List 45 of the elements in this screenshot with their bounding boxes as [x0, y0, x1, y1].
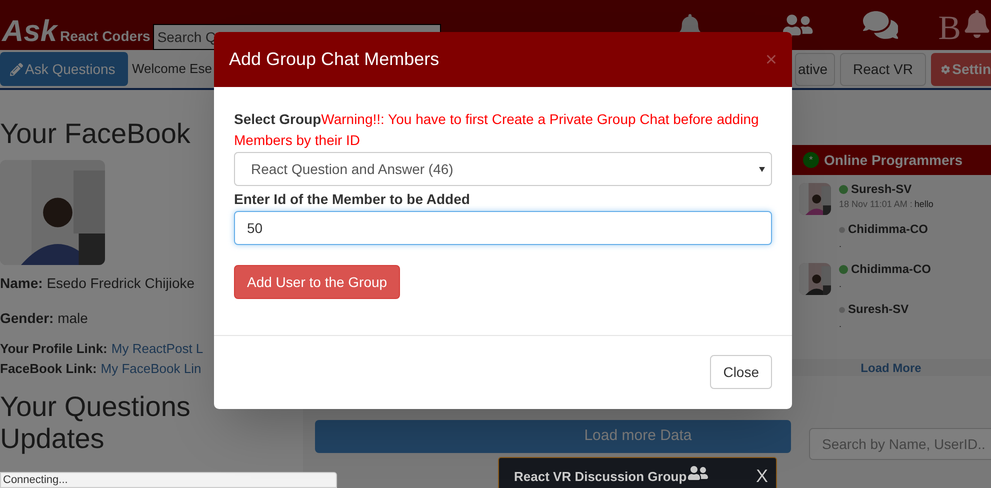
online-badge: * [803, 152, 819, 168]
link-label: Your Profile Link: [0, 340, 108, 358]
warning-text: Select GroupWarning!!: You have to first Create a Private Group Chat before adding Members by their ID [234, 110, 760, 150]
alt-letter: B [938, 12, 961, 46]
add-user-button[interactable]: Add User to the Group [234, 265, 400, 299]
profile-link[interactable]: My ReactPost L [111, 339, 204, 359]
chat-popup[interactable]: React VR Discussion Group X [498, 457, 777, 488]
dropdown-arrow-icon [759, 166, 765, 172]
user-name[interactable]: Suresh-SV [851, 183, 912, 196]
section-title: Your FaceBook [0, 120, 190, 148]
group-select[interactable]: React Question and Answer (46) [234, 152, 772, 186]
profile-field: Gender: male [0, 308, 88, 329]
logo: Ask [2, 17, 58, 47]
nav-button[interactable]: React VR [840, 52, 926, 86]
section-title: Your Questions Updates [0, 391, 192, 455]
nav-button[interactable]: ative [795, 52, 835, 86]
load-more-link[interactable]: Load More [791, 359, 991, 376]
ask-questions-button[interactable]: Ask Questions [0, 52, 128, 86]
nav-button[interactable]: Settin [931, 52, 991, 86]
user-name[interactable]: Suresh-SV [848, 303, 909, 316]
group-icon [688, 463, 708, 483]
message-text: . [839, 278, 842, 291]
message-time: 18 Nov 11:01 AM : [839, 198, 912, 211]
message-text: . [839, 238, 842, 251]
profile-link[interactable]: My FaceBook Lin [100, 359, 202, 379]
chat-close-button[interactable]: X [756, 467, 768, 485]
field-label: Enter Id of the Member to be Added [234, 190, 471, 209]
pencil-icon [10, 62, 23, 76]
welcome-text: Welcome Ese [132, 60, 212, 78]
load-more-button[interactable]: Load more Data [315, 420, 791, 453]
user-search-field[interactable]: Search by Name, UserID.. [809, 428, 991, 460]
profile-field: Name: Esedo Fredrick Chijioke [0, 273, 195, 294]
close-dialog-button[interactable]: Close [710, 355, 772, 389]
member-id-field[interactable]: 50 [234, 211, 772, 245]
user-name[interactable]: Chidimma-CO [848, 223, 928, 236]
modal-title: Add Group Chat Members [229, 48, 440, 71]
link-label: FaceBook Link: [0, 360, 97, 378]
notification-icon[interactable] [962, 10, 991, 38]
message-text: . [839, 318, 842, 331]
panel-title: Online Programmers [824, 150, 962, 170]
status-text: Connecting... [0, 472, 337, 488]
message-text: hello [914, 198, 934, 211]
user-name[interactable]: Chidimma-CO [851, 263, 932, 276]
logo-subtitle: React Coders [60, 27, 150, 46]
chat-title: React VR Discussion Group [514, 468, 687, 486]
